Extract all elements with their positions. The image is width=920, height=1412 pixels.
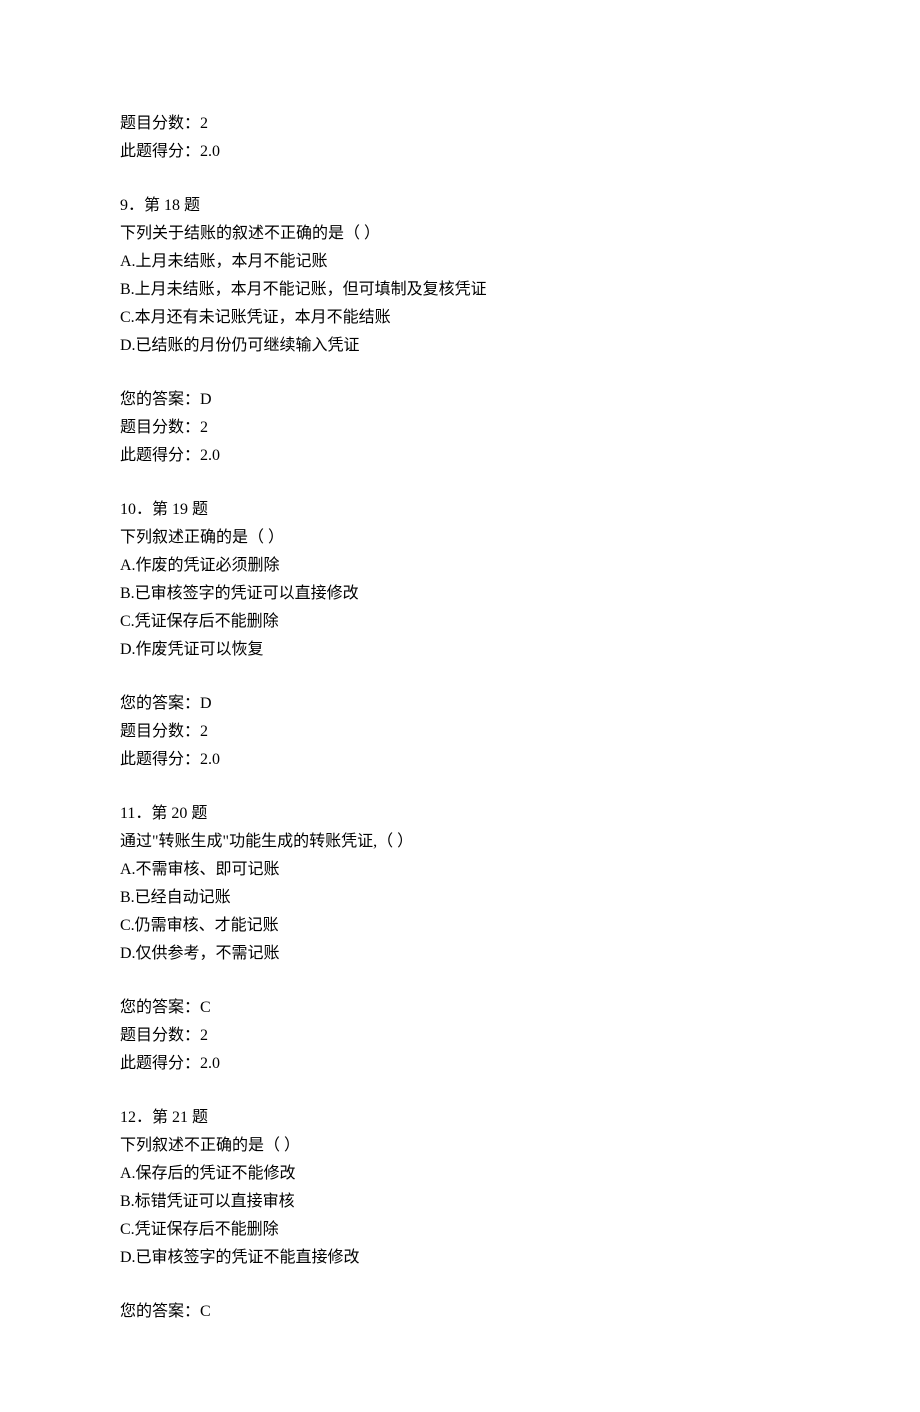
question-stem: 下列叙述不正确的是（ ） xyxy=(120,1132,800,1160)
question-option: B.已审核签字的凭证可以直接修改 xyxy=(120,580,800,608)
question-block: 9．第 18 题 下列关于结账的叙述不正确的是（ ） A.上月未结账，本月不能记… xyxy=(120,192,800,360)
answer-line: 您的答案：C xyxy=(120,1298,800,1326)
question-option: D.作废凭证可以恢复 xyxy=(120,636,800,664)
earned-line: 此题得分：2.0 xyxy=(120,442,800,470)
question-option: C.凭证保存后不能删除 xyxy=(120,1216,800,1244)
answer-label: 您的答案： xyxy=(120,1303,200,1320)
answer-label: 您的答案： xyxy=(120,999,200,1016)
question-stem: 下列关于结账的叙述不正确的是（ ） xyxy=(120,220,800,248)
question-block: 12．第 21 题 下列叙述不正确的是（ ） A.保存后的凭证不能修改 B.标错… xyxy=(120,1104,800,1272)
score-label: 题目分数： xyxy=(120,115,200,132)
answer-block: 您的答案：D 题目分数：2 此题得分：2.0 xyxy=(120,690,800,774)
score-label: 题目分数： xyxy=(120,419,200,436)
answer-line: 您的答案：D xyxy=(120,386,800,414)
score-value: 2 xyxy=(200,723,208,740)
question-option: C.仍需审核、才能记账 xyxy=(120,912,800,940)
answer-value: D xyxy=(200,695,212,712)
score-line: 题目分数：2 xyxy=(120,110,800,138)
question-option: B.已经自动记账 xyxy=(120,884,800,912)
answer-value: D xyxy=(200,391,212,408)
question-header: 9．第 18 题 xyxy=(120,192,800,220)
earned-line: 此题得分：2.0 xyxy=(120,746,800,774)
question-stem: 通过"转账生成"功能生成的转账凭证,（ ） xyxy=(120,828,800,856)
question-option: C.本月还有未记账凭证，本月不能结账 xyxy=(120,304,800,332)
question-option: D.仅供参考，不需记账 xyxy=(120,940,800,968)
answer-block: 您的答案：D 题目分数：2 此题得分：2.0 xyxy=(120,386,800,470)
score-label: 题目分数： xyxy=(120,1027,200,1044)
question-stem: 下列叙述正确的是（ ） xyxy=(120,524,800,552)
question-option: A.上月未结账，本月不能记账 xyxy=(120,248,800,276)
answer-value: C xyxy=(200,1303,211,1320)
earned-label: 此题得分： xyxy=(120,447,200,464)
answer-label: 您的答案： xyxy=(120,391,200,408)
question-option: A.不需审核、即可记账 xyxy=(120,856,800,884)
score-line: 题目分数：2 xyxy=(120,1022,800,1050)
earned-value: 2.0 xyxy=(200,1055,220,1072)
question-option: A.保存后的凭证不能修改 xyxy=(120,1160,800,1188)
prelude-score-block: 题目分数：2 此题得分：2.0 xyxy=(120,110,800,166)
question-header: 11．第 20 题 xyxy=(120,800,800,828)
earned-label: 此题得分： xyxy=(120,751,200,768)
question-block: 10．第 19 题 下列叙述正确的是（ ） A.作废的凭证必须删除 B.已审核签… xyxy=(120,496,800,664)
question-option: B.上月未结账，本月不能记账，但可填制及复核凭证 xyxy=(120,276,800,304)
answer-label: 您的答案： xyxy=(120,695,200,712)
answer-block: 您的答案：C xyxy=(120,1298,800,1326)
earned-label: 此题得分： xyxy=(120,1055,200,1072)
score-value: 2 xyxy=(200,419,208,436)
earned-label: 此题得分： xyxy=(120,143,200,160)
earned-line: 此题得分：2.0 xyxy=(120,1050,800,1078)
earned-value: 2.0 xyxy=(200,143,220,160)
earned-value: 2.0 xyxy=(200,751,220,768)
score-line: 题目分数：2 xyxy=(120,718,800,746)
score-value: 2 xyxy=(200,115,208,132)
question-option: D.已结账的月份仍可继续输入凭证 xyxy=(120,332,800,360)
answer-block: 您的答案：C 题目分数：2 此题得分：2.0 xyxy=(120,994,800,1078)
question-header: 10．第 19 题 xyxy=(120,496,800,524)
score-label: 题目分数： xyxy=(120,723,200,740)
earned-line: 此题得分：2.0 xyxy=(120,138,800,166)
question-option: A.作废的凭证必须删除 xyxy=(120,552,800,580)
answer-line: 您的答案：C xyxy=(120,994,800,1022)
earned-value: 2.0 xyxy=(200,447,220,464)
answer-line: 您的答案：D xyxy=(120,690,800,718)
score-value: 2 xyxy=(200,1027,208,1044)
answer-value: C xyxy=(200,999,211,1016)
question-option: C.凭证保存后不能删除 xyxy=(120,608,800,636)
question-block: 11．第 20 题 通过"转账生成"功能生成的转账凭证,（ ） A.不需审核、即… xyxy=(120,800,800,968)
question-option: D.已审核签字的凭证不能直接修改 xyxy=(120,1244,800,1272)
question-option: B.标错凭证可以直接审核 xyxy=(120,1188,800,1216)
score-line: 题目分数：2 xyxy=(120,414,800,442)
question-header: 12．第 21 题 xyxy=(120,1104,800,1132)
